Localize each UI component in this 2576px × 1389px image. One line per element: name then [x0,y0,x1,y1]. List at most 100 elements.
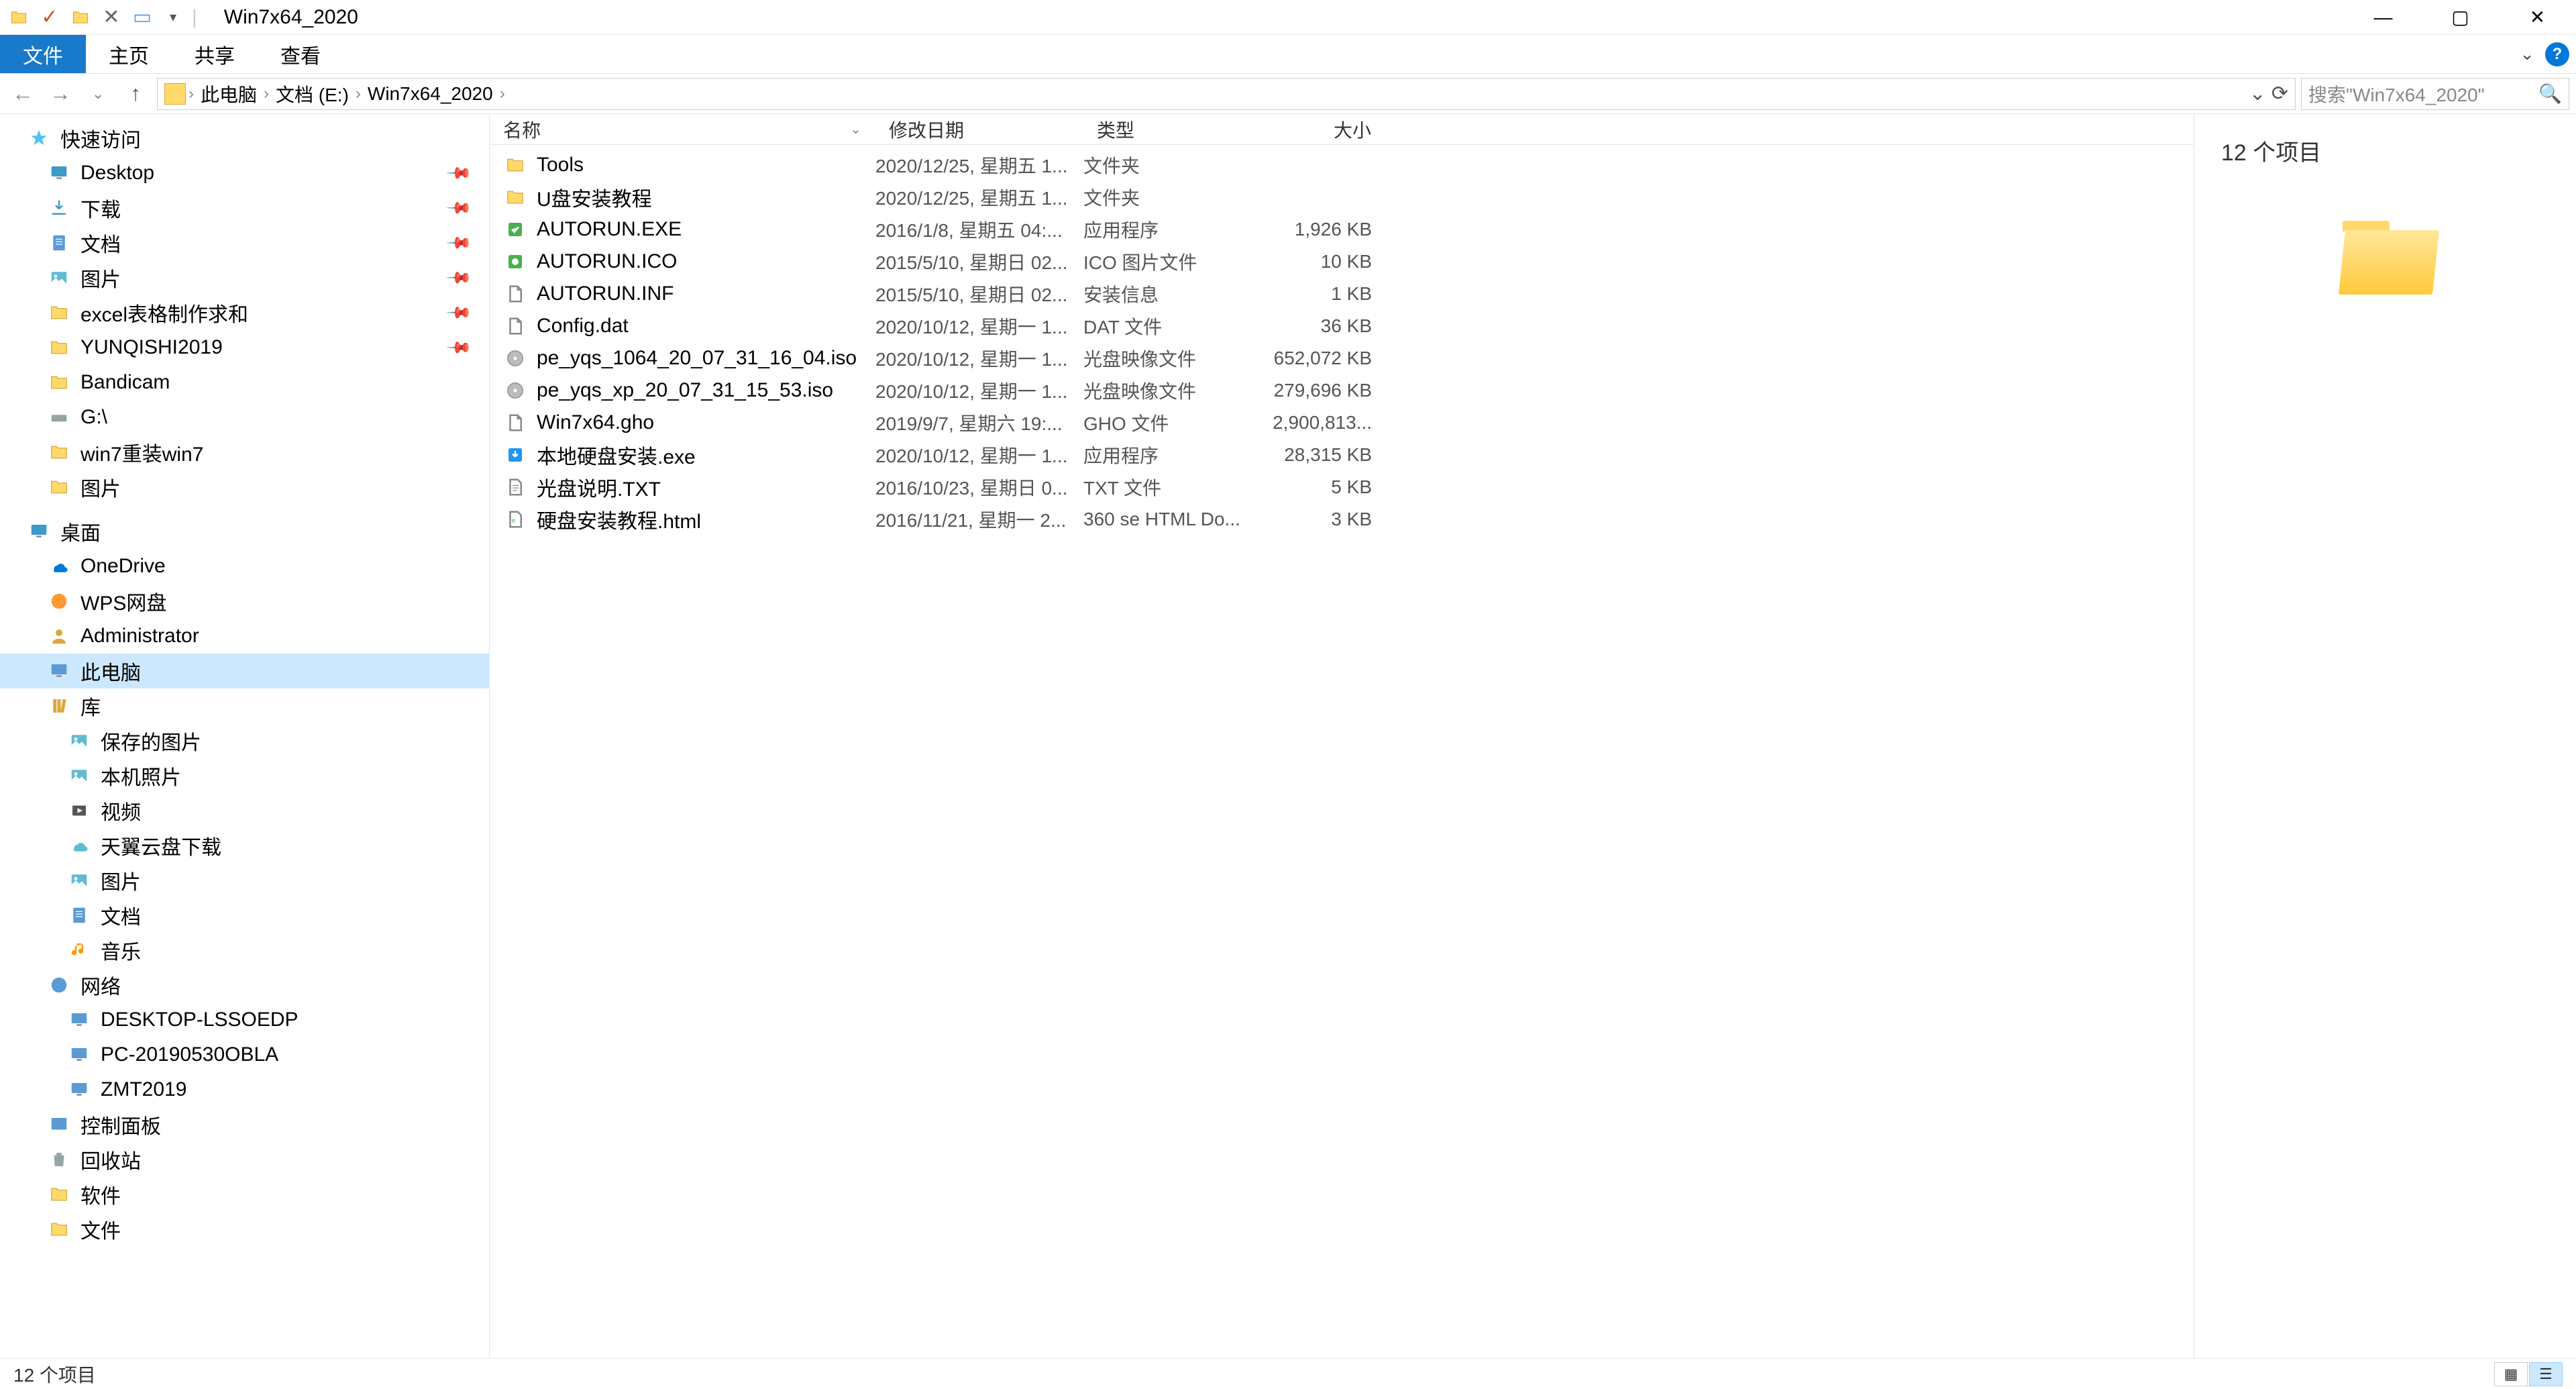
sidebar-control-panel[interactable]: 控制面板 [0,1107,489,1142]
sidebar-item[interactable]: 文档 [0,898,489,933]
column-name[interactable]: 名称 ⌄ [490,116,875,143]
sidebar-item[interactable]: OneDrive [0,549,489,584]
navigation-pane[interactable]: 快速访问 Desktop📌下载📌文档📌图片📌excel表格制作求和📌YUNQIS… [0,114,490,1358]
folder-icon [7,5,31,30]
sidebar-item[interactable]: excel表格制作求和📌 [0,295,489,330]
ribbon-expand-icon[interactable]: ⌄ [2520,44,2534,64]
breadcrumb-seg-drive[interactable]: 文档 (E:) [272,81,353,107]
file-row[interactable]: U盘安装教程2020/12/25, 星期五 1...文件夹 [490,181,2194,213]
file-row[interactable]: AUTORUN.ICO2015/5/10, 星期日 02...ICO 图片文件1… [490,246,2194,278]
search-input[interactable]: 搜索"Win7x64_2020" 🔍 [2301,78,2569,110]
sidebar-item[interactable]: PC-20190530OBLA [0,1037,489,1072]
ribbon-tab-share[interactable]: 共享 [172,35,258,73]
sidebar-software[interactable]: 软件 [0,1177,489,1212]
column-date[interactable]: 修改日期 [875,116,1083,143]
properties-icon[interactable]: ✓ [38,5,62,30]
wps-icon [47,589,71,613]
sidebar-files[interactable]: 文件 [0,1212,489,1247]
view-details-button[interactable]: ☰ [2529,1362,2563,1386]
file-row[interactable]: AUTORUN.INF2015/5/10, 星期日 02...安装信息1 KB [490,278,2194,310]
sidebar-item[interactable]: 本机照片 [0,758,489,793]
recent-dropdown[interactable]: ⌄ [82,78,114,110]
qat-dropdown-icon[interactable]: ▾ [161,5,185,30]
sidebar-item[interactable]: 天翼云盘下载 [0,828,489,863]
maximize-button[interactable]: ▢ [2422,0,2499,35]
sort-indicator-icon: ⌄ [850,121,861,138]
sidebar-item-label: OneDrive [80,555,166,578]
sidebar-item[interactable]: 此电脑 [0,654,489,688]
folder-icon [47,1182,71,1206]
breadcrumb[interactable]: › 此电脑 › 文档 (E:) › Win7x64_2020 › ⌄ ⟳ [157,78,2296,110]
minimize-button[interactable]: — [2345,0,2422,35]
search-icon[interactable]: 🔍 [2538,83,2562,105]
sidebar-item[interactable]: 保存的图片 [0,723,489,758]
sidebar-item[interactable]: WPS网盘 [0,584,489,619]
sidebar-item[interactable]: 下载📌 [0,191,489,225]
sidebar-item[interactable]: G:\ [0,400,489,435]
txt-icon [503,475,527,499]
file-row[interactable]: pe_yqs_xp_20_07_31_15_53.iso2020/10/12, … [490,374,2194,407]
sidebar-item[interactable]: Bandicam [0,365,489,400]
file-row[interactable]: e硬盘安装教程.html2016/11/21, 星期一 2...360 se H… [490,503,2194,535]
new-folder-icon[interactable] [68,5,93,30]
up-button[interactable]: ↑ [119,78,152,110]
file-row[interactable]: Tools2020/12/25, 星期五 1...文件夹 [490,149,2194,181]
file-type: 安装信息 [1083,280,1265,307]
sidebar-network[interactable]: 网络 [0,968,489,1002]
chevron-right-icon[interactable]: › [500,85,505,103]
refresh-icon[interactable]: ⟳ [2271,82,2288,105]
file-row[interactable]: AUTORUN.EXE2016/1/8, 星期五 04:...应用程序1,926… [490,213,2194,246]
chevron-right-icon[interactable]: › [189,85,194,103]
delete-icon[interactable]: ✕ [99,5,123,30]
address-dropdown-icon[interactable]: ⌄ [2249,82,2266,105]
file-size: 652,072 KB [1265,348,1385,369]
ribbon-tab-home[interactable]: 主页 [86,35,172,73]
rename-icon[interactable]: ▭ [130,5,154,30]
back-button[interactable]: ← [7,78,39,110]
desktop-icon [47,161,71,185]
window-controls: — ▢ ✕ [2345,0,2576,35]
sidebar-item-label: 此电脑 [80,656,141,686]
sidebar-recycle-bin[interactable]: 回收站 [0,1142,489,1177]
sidebar-item[interactable]: DESKTOP-LSSOEDP [0,1002,489,1037]
sidebar-item[interactable]: 文档📌 [0,225,489,260]
sidebar-item[interactable]: YUNQISHI2019📌 [0,330,489,365]
column-type[interactable]: 类型 [1083,116,1265,143]
sidebar-item[interactable]: 库 [0,688,489,723]
ribbon-tab-file[interactable]: 文件 [0,35,86,73]
sidebar-item[interactable]: 图片 [0,470,489,505]
sidebar-item[interactable]: 视频 [0,793,489,828]
breadcrumb-seg-folder[interactable]: Win7x64_2020 [364,83,497,105]
desktop-icon [27,519,51,544]
sidebar-item[interactable]: ZMT2019 [0,1072,489,1107]
sidebar-item[interactable]: 图片📌 [0,260,489,295]
close-button[interactable]: ✕ [2499,0,2576,35]
file-row[interactable]: 光盘说明.TXT2016/10/23, 星期日 0...TXT 文件5 KB [490,471,2194,503]
chevron-right-icon[interactable]: › [264,85,269,103]
exe-icon [503,217,527,242]
ribbon-tabs: 文件 主页 共享 查看 ⌄ ? [0,35,2576,74]
sidebar-item[interactable]: Administrator [0,619,489,654]
file-row[interactable]: 本地硬盘安装.exe2020/10/12, 星期一 1...应用程序28,315… [490,439,2194,471]
sidebar-desktop[interactable]: 桌面 [0,514,489,549]
file-rows[interactable]: Tools2020/12/25, 星期五 1...文件夹U盘安装教程2020/1… [490,145,2194,1358]
sidebar-item[interactable]: 音乐 [0,933,489,968]
folder-icon [47,336,71,360]
forward-button[interactable]: → [44,78,76,110]
column-size[interactable]: 大小 [1265,116,1385,143]
sidebar-item[interactable]: Desktop📌 [0,156,489,191]
pin-icon: 📌 [445,159,473,187]
sidebar-item[interactable]: win7重装win7 [0,435,489,470]
help-icon[interactable]: ? [2545,42,2569,66]
window-title: Win7x64_2020 [224,6,358,29]
ribbon-tab-view[interactable]: 查看 [258,35,343,73]
chevron-right-icon[interactable]: › [356,85,361,103]
file-size: 3 KB [1265,509,1385,530]
file-row[interactable]: pe_yqs_1064_20_07_31_16_04.iso2020/10/12… [490,342,2194,374]
sidebar-item[interactable]: 图片 [0,863,489,898]
file-row[interactable]: Config.dat2020/10/12, 星期一 1...DAT 文件36 K… [490,310,2194,342]
view-large-icons-button[interactable]: ▦ [2494,1362,2528,1386]
breadcrumb-seg-pc[interactable]: 此电脑 [197,81,261,107]
file-row[interactable]: Win7x64.gho2019/9/7, 星期六 19:...GHO 文件2,9… [490,407,2194,439]
sidebar-quick-access[interactable]: 快速访问 [0,121,489,156]
